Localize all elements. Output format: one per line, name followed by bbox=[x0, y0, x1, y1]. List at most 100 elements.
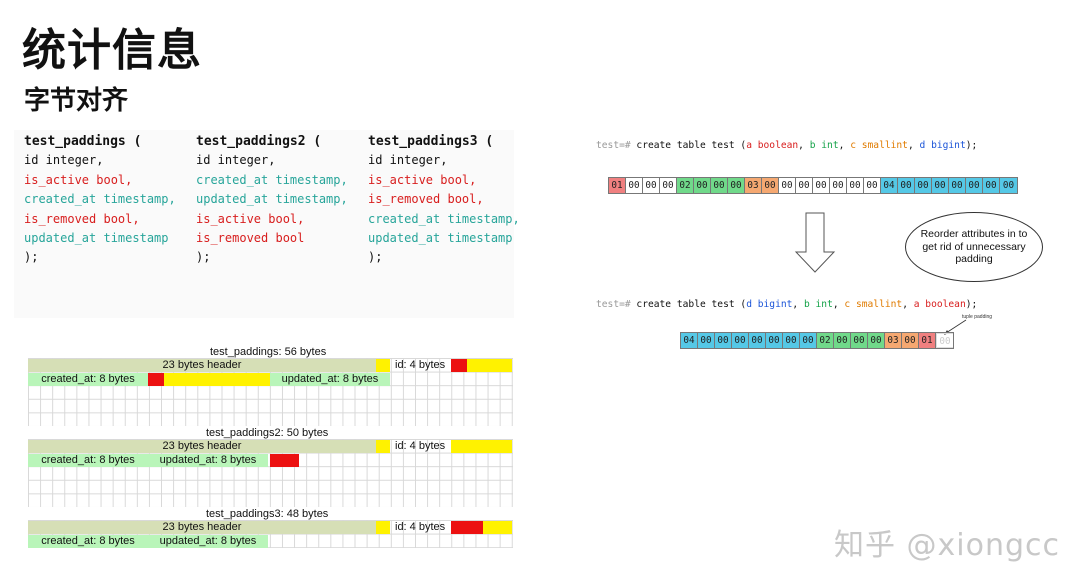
header-padding bbox=[376, 440, 390, 453]
padding-field bbox=[483, 521, 512, 534]
code-line: is_active bool, bbox=[196, 211, 305, 226]
byte-cell: 00 bbox=[800, 333, 817, 348]
byte-cell: 00 bbox=[898, 178, 915, 193]
updated-at-field: updated_at: 8 bytes bbox=[148, 535, 268, 548]
code-panel-2: test_paddings2 ( id integer, created_at … bbox=[196, 132, 366, 312]
sql-col-b: b int bbox=[809, 140, 839, 151]
sql-sep: , bbox=[792, 299, 804, 310]
sql-col-a: a boolean bbox=[913, 299, 966, 310]
code-line: is_removed bool, bbox=[368, 192, 484, 207]
created-at-field: created_at: 8 bytes bbox=[28, 373, 148, 386]
byte-row-2: 04 00 00 00 00 00 00 00 02 00 00 00 03 00 01 00 bbox=[680, 332, 954, 349]
byte-cell: 00 bbox=[902, 333, 919, 348]
sql-text: create table test ( bbox=[630, 140, 747, 151]
byte-cell: 00 bbox=[766, 333, 783, 348]
bool-field bbox=[451, 521, 483, 534]
psql-prompt: test=# bbox=[596, 140, 631, 151]
sql-col-c: c smallint bbox=[844, 299, 903, 310]
byte-cell: 00 bbox=[830, 178, 847, 193]
sql-sep: , bbox=[907, 140, 920, 151]
byte-cell: 02 bbox=[817, 333, 834, 348]
code-header: test_paddings2 ( bbox=[196, 134, 322, 149]
slide-title: 统计信息 bbox=[22, 25, 202, 76]
byte-cell: 00 bbox=[1000, 178, 1017, 193]
code-line: ); bbox=[368, 250, 383, 265]
byte-cell: 00 bbox=[847, 178, 864, 193]
code-line: is_active bool, bbox=[24, 172, 133, 187]
byte-cell: 00 bbox=[796, 178, 813, 193]
code-panel-1: test_paddings ( id integer, is_active bo… bbox=[24, 132, 194, 312]
updated-at-field: updated_at: 8 bytes bbox=[270, 373, 390, 386]
byte-cell: 04 bbox=[681, 333, 698, 348]
byte-cell: 00 bbox=[915, 178, 932, 193]
bool-field bbox=[270, 454, 299, 467]
byte-cell: 01 bbox=[609, 178, 626, 193]
down-arrow-icon bbox=[794, 212, 836, 273]
code-line: id integer, bbox=[24, 153, 104, 168]
byte-cell: 00 bbox=[936, 333, 953, 348]
byte-cell: 00 bbox=[711, 178, 728, 193]
bool-field bbox=[148, 373, 164, 386]
sql-text: create table test ( bbox=[630, 299, 747, 310]
byte-cell: 00 bbox=[966, 178, 983, 193]
code-header: test_paddings ( bbox=[24, 134, 142, 149]
byte-cell: 02 bbox=[677, 178, 694, 193]
sql-sep: , bbox=[902, 299, 914, 310]
id-field-label: id: 4 bytes bbox=[395, 359, 446, 371]
byte-cell: 04 bbox=[881, 178, 898, 193]
sql-col-c: c smallint bbox=[850, 140, 908, 151]
code-line: is_removed bool, bbox=[24, 211, 140, 226]
layout-title-1: test_paddings: 56 bytes bbox=[210, 346, 327, 358]
code-header: test_paddings3 ( bbox=[368, 134, 494, 149]
sql-text: ); bbox=[965, 140, 978, 151]
byte-cell: 00 bbox=[783, 333, 800, 348]
id-field-label: id: 4 bytes bbox=[395, 521, 446, 533]
code-line: is_removed bool bbox=[196, 231, 305, 246]
byte-cell: 00 bbox=[813, 178, 830, 193]
sql-col-d: d bigint bbox=[746, 299, 793, 310]
byte-cell: 00 bbox=[626, 178, 643, 193]
created-at-field: created_at: 8 bytes bbox=[28, 535, 148, 548]
id-field-label: id: 4 bytes bbox=[395, 440, 446, 452]
updated-at-field: updated_at: 8 bytes bbox=[148, 454, 268, 467]
byte-cell: 00 bbox=[749, 333, 766, 348]
tuple-header-bar: 23 bytes header bbox=[28, 440, 376, 453]
code-line: updated_at timestamp, bbox=[196, 192, 348, 207]
header-padding bbox=[376, 521, 390, 534]
padding-field bbox=[467, 359, 512, 372]
byte-cell: 00 bbox=[694, 178, 711, 193]
watermark: 知乎 @xiongcc bbox=[834, 528, 1061, 563]
code-line: created_at timestamp, bbox=[196, 172, 348, 187]
reorder-note-bubble: Reorder attributes in to get rid of unne… bbox=[905, 212, 1043, 282]
code-line: ); bbox=[196, 250, 211, 265]
bool-field bbox=[451, 359, 467, 372]
byte-cell: 00 bbox=[762, 178, 779, 193]
code-line: updated_at timestamp bbox=[368, 231, 513, 246]
sql-sep: , bbox=[832, 299, 845, 310]
sql-col-a: a boolean bbox=[746, 140, 799, 151]
byte-cell: 00 bbox=[868, 333, 885, 348]
padding-field bbox=[451, 440, 512, 453]
code-line: updated_at timestamp bbox=[24, 231, 169, 246]
byte-cell: 00 bbox=[864, 178, 881, 193]
slide-subtitle: 字节对齐 bbox=[24, 86, 129, 116]
byte-cell: 00 bbox=[779, 178, 796, 193]
layout-title-2: test_paddings2: 50 bytes bbox=[206, 427, 329, 439]
byte-cell: 00 bbox=[698, 333, 715, 348]
code-line: ); bbox=[24, 250, 39, 265]
byte-cell: 00 bbox=[728, 178, 745, 193]
sql-statement-2: test=# create table test (d bigint, b in… bbox=[596, 299, 977, 310]
tuple-header-bar: 23 bytes header bbox=[28, 359, 376, 372]
sql-statement-1: test=# create table test (a boolean, b i… bbox=[596, 140, 977, 151]
code-line: is_active bool, bbox=[368, 172, 477, 187]
sql-col-b: b int bbox=[803, 299, 833, 310]
layout-title-3: test_paddings3: 48 bytes bbox=[206, 508, 329, 520]
sql-text: ); bbox=[965, 299, 978, 310]
byte-cell: 00 bbox=[851, 333, 868, 348]
byte-cell: 00 bbox=[715, 333, 732, 348]
byte-cell: 03 bbox=[885, 333, 902, 348]
code-line: id integer, bbox=[368, 153, 448, 168]
created-at-field: created_at: 8 bytes bbox=[28, 454, 148, 467]
padding-field bbox=[164, 373, 270, 386]
byte-cell: 00 bbox=[643, 178, 660, 193]
